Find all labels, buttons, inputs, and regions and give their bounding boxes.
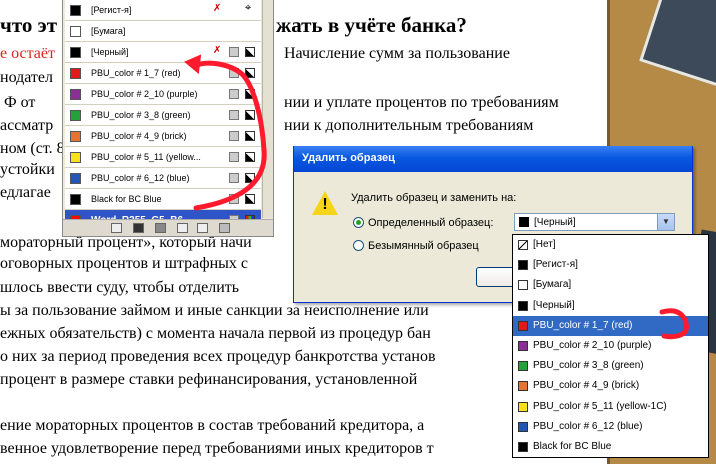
annotation-arrow-stroke (191, 60, 267, 211)
annotation-overlay (184, 54, 689, 340)
annotation-bracket-stroke (659, 308, 689, 340)
annotation-arrowhead (184, 54, 202, 74)
